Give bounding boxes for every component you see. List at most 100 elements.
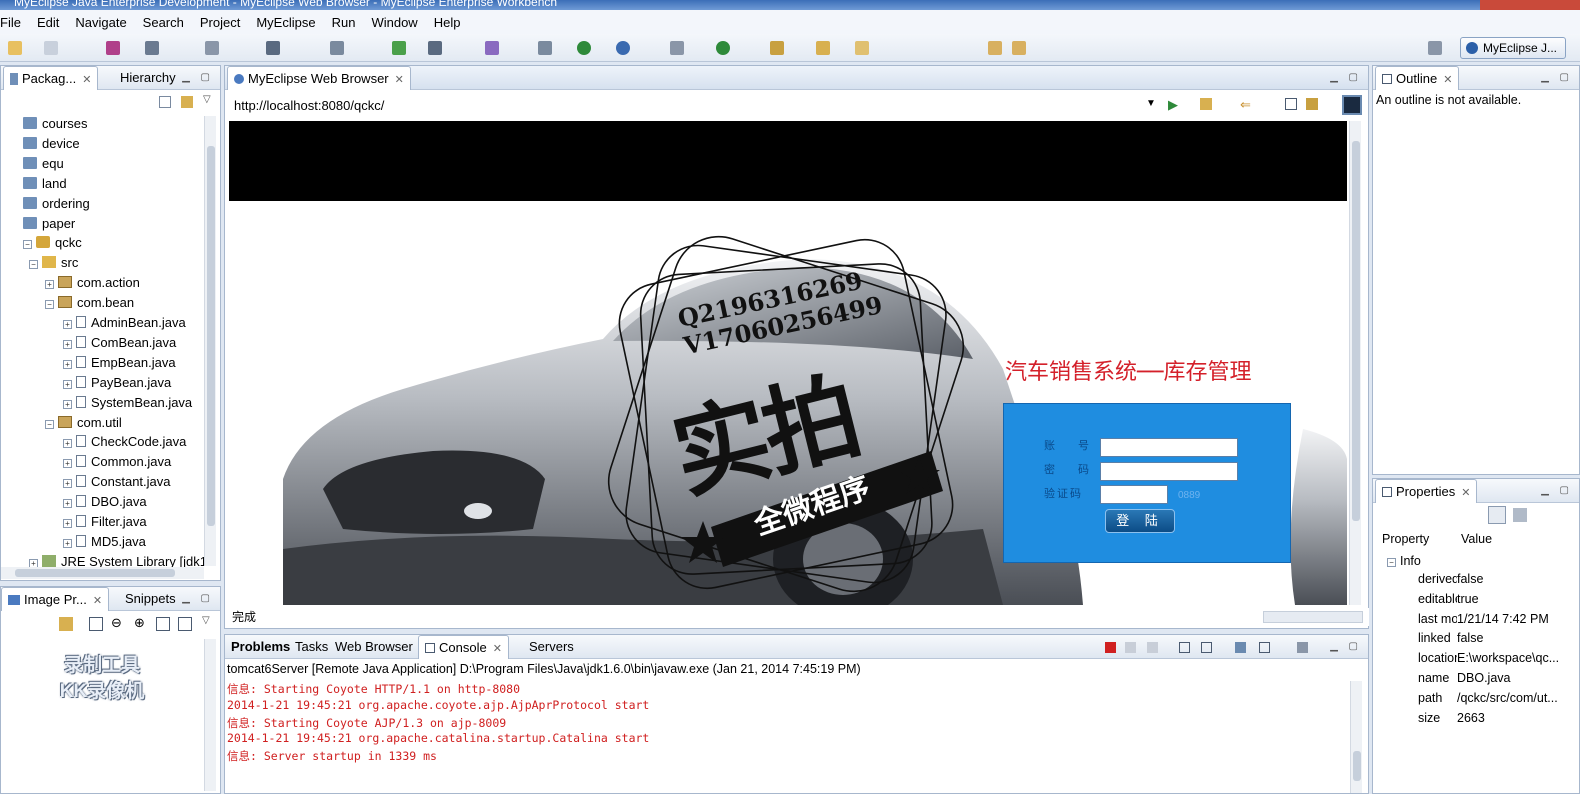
- tree-item[interactable]: paper: [23, 214, 75, 234]
- external-tools-icon[interactable]: [616, 41, 630, 55]
- menu-edit[interactable]: Edit: [29, 15, 67, 30]
- add-icon[interactable]: [392, 41, 406, 55]
- run-icon[interactable]: [577, 41, 591, 55]
- tree-item[interactable]: + com.action: [45, 273, 140, 293]
- tree-item[interactable]: equ: [23, 154, 64, 174]
- minimize-maximize-icon[interactable]: ▁ ▢: [1541, 485, 1573, 496]
- tab-image-preview[interactable]: Image Pr... ✕: [1, 587, 110, 611]
- tools-icon[interactable]: [485, 41, 499, 55]
- expand-icon[interactable]: +: [63, 439, 72, 449]
- go-icon[interactable]: ▶: [1168, 97, 1178, 113]
- server-icon[interactable]: [145, 41, 159, 55]
- actual-size-icon[interactable]: [156, 617, 170, 631]
- filter-icon[interactable]: [1513, 508, 1527, 522]
- tab-snippets[interactable]: Snippets: [119, 587, 182, 611]
- forward-icon[interactable]: [1012, 41, 1026, 55]
- browser-vertical-scrollbar[interactable]: [1349, 121, 1361, 605]
- window-control-buttons[interactable]: [1480, 0, 1580, 10]
- link-editor-icon[interactable]: [181, 96, 193, 108]
- expand-icon[interactable]: +: [63, 499, 72, 509]
- zoom-out-icon[interactable]: ⊖: [111, 615, 122, 631]
- settings-icon[interactable]: [1306, 98, 1318, 110]
- url-input[interactable]: http://localhost:8080/qckc/: [234, 98, 384, 113]
- tab-web-browser-bottom[interactable]: Web Browser: [329, 635, 419, 659]
- property-row[interactable]: derivedfalse: [1418, 572, 1483, 586]
- close-icon[interactable]: ✕: [93, 595, 102, 607]
- expand-icon[interactable]: +: [63, 399, 72, 409]
- remove-all-icon[interactable]: [1147, 642, 1158, 653]
- tree-item[interactable]: + Filter.java: [63, 512, 147, 532]
- annotation-icon[interactable]: [855, 41, 869, 55]
- deploy-icon[interactable]: [106, 41, 120, 55]
- tree-item[interactable]: + Common.java: [63, 452, 171, 472]
- tab-properties[interactable]: Properties ✕: [1375, 479, 1478, 503]
- minimize-maximize-icon[interactable]: ▁ ▢: [182, 72, 214, 83]
- minimize-maximize-icon[interactable]: ▁ ▢: [1541, 72, 1573, 83]
- tree-item[interactable]: + MD5.java: [63, 532, 146, 552]
- tree-item[interactable]: ordering: [23, 194, 90, 214]
- bookmark-icon[interactable]: [1200, 98, 1212, 110]
- terminate-icon[interactable]: [1105, 642, 1116, 653]
- account-input[interactable]: [1100, 438, 1238, 457]
- tree-item[interactable]: − com.bean: [45, 293, 134, 313]
- tab-console[interactable]: Console ✕: [418, 635, 509, 659]
- perspective-switcher[interactable]: MyEclipse J...: [1460, 37, 1566, 59]
- remove-launch-icon[interactable]: [1125, 642, 1136, 653]
- tree-item[interactable]: device: [23, 134, 80, 154]
- property-row[interactable]: size 2663: [1418, 711, 1485, 725]
- tab-tasks[interactable]: Tasks: [289, 635, 334, 659]
- tree-item[interactable]: + EmpBean.java: [63, 353, 176, 373]
- fit-icon[interactable]: [89, 617, 103, 631]
- image-vertical-scrollbar[interactable]: [204, 639, 216, 791]
- tree-item[interactable]: + Constant.java: [63, 472, 171, 492]
- captcha-input[interactable]: [1100, 485, 1168, 504]
- tree-item[interactable]: + CheckCode.java: [63, 432, 186, 452]
- minimize-maximize-icon[interactable]: ▁ ▢: [1330, 641, 1362, 652]
- expand-icon[interactable]: +: [63, 339, 72, 349]
- property-row[interactable]: linked false: [1418, 631, 1483, 645]
- expand-icon[interactable]: +: [63, 479, 72, 489]
- back-icon[interactable]: [988, 41, 1002, 55]
- tree-item[interactable]: + AdminBean.java: [63, 313, 186, 333]
- tab-outline[interactable]: Outline ✕: [1375, 66, 1460, 90]
- expand-icon[interactable]: −: [23, 240, 32, 250]
- run-config-icon[interactable]: [266, 41, 280, 55]
- tab-web-browser[interactable]: MyEclipse Web Browser ✕: [227, 66, 411, 90]
- close-icon[interactable]: ✕: [395, 74, 404, 86]
- login-button[interactable]: 登 陆: [1105, 509, 1175, 533]
- tree-item[interactable]: − com.util: [45, 413, 122, 433]
- tab-servers[interactable]: Servers: [523, 635, 580, 659]
- open-perspective-icon[interactable]: [1428, 41, 1442, 55]
- scroll-lock-icon[interactable]: [1201, 642, 1212, 653]
- menu-search[interactable]: Search: [135, 15, 192, 30]
- open-folder-icon[interactable]: [770, 41, 784, 55]
- captcha-image[interactable]: 0889: [1178, 490, 1200, 501]
- save-icon[interactable]: [44, 41, 58, 55]
- property-row[interactable]: path/qckc/src/com/ut...: [1418, 691, 1558, 705]
- zoom-in-icon[interactable]: ⊕: [134, 615, 145, 631]
- property-row[interactable]: locationE:\workspace\qc...: [1418, 651, 1559, 665]
- new-class-icon[interactable]: [670, 41, 684, 55]
- menu-help[interactable]: Help: [426, 15, 469, 30]
- expand-icon[interactable]: −: [45, 419, 54, 429]
- tree-vertical-scrollbar[interactable]: [204, 116, 216, 566]
- tree-item[interactable]: − qckc: [23, 233, 82, 253]
- back-icon[interactable]: ⇐: [1240, 97, 1251, 113]
- open-console-icon[interactable]: [1297, 642, 1308, 653]
- menu-myeclipse[interactable]: MyEclipse: [248, 15, 323, 30]
- view-menu-icon[interactable]: ▽: [202, 615, 210, 626]
- close-icon[interactable]: ✕: [82, 74, 91, 86]
- close-icon[interactable]: ✕: [1461, 487, 1470, 499]
- browser-scroll-thumb[interactable]: [1352, 141, 1360, 521]
- tree-horizontal-scrollbar[interactable]: [1, 567, 204, 579]
- close-icon[interactable]: ✕: [493, 643, 502, 655]
- console-scroll-thumb[interactable]: [1353, 751, 1361, 781]
- expand-icon[interactable]: +: [63, 519, 72, 528]
- minimize-maximize-icon[interactable]: ▁ ▢: [1330, 72, 1362, 83]
- collapse-icon[interactable]: −: [1387, 558, 1396, 567]
- close-icon[interactable]: ✕: [1443, 74, 1452, 86]
- password-input[interactable]: [1100, 462, 1238, 481]
- menu-window[interactable]: Window: [363, 15, 425, 30]
- menu-navigate[interactable]: Navigate: [67, 15, 134, 30]
- expand-icon[interactable]: −: [45, 300, 54, 310]
